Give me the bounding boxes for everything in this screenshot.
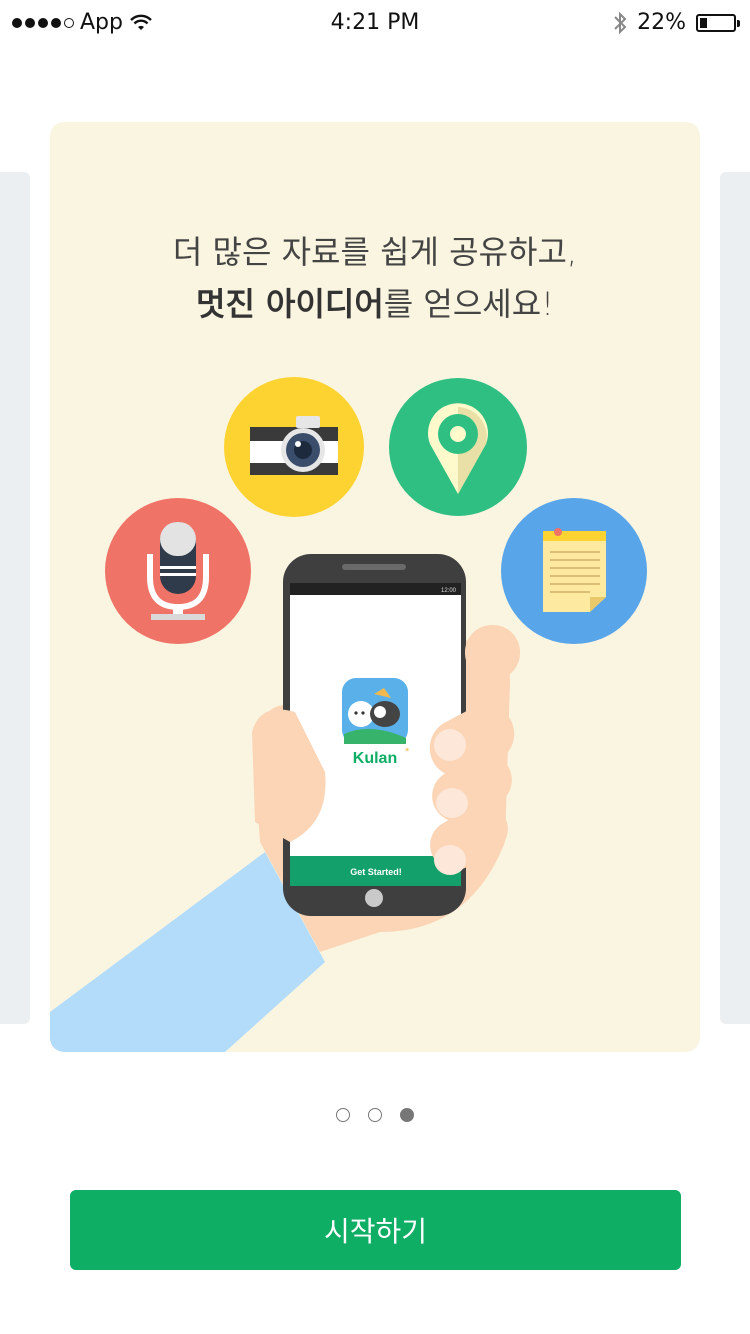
page-dot[interactable]	[336, 1108, 350, 1122]
previous-page-card[interactable]	[0, 172, 30, 1024]
svg-text:*: *	[405, 746, 410, 758]
onboarding-card[interactable]: 12:00 Kulan * Get Started! 더 많은 자료를 쉽게 공…	[50, 122, 700, 1052]
battery-icon	[696, 13, 740, 32]
bluetooth-icon	[614, 11, 627, 34]
phone-status-time: 12:00	[441, 588, 457, 594]
location-pin-icon	[389, 378, 527, 516]
headline-line-2: 멋진 아이디어를 얻으세요!	[50, 278, 700, 330]
phone-app-name: Kulan	[353, 750, 397, 767]
next-page-card[interactable]	[720, 172, 750, 1024]
phone-get-started-label: Get Started!	[350, 867, 402, 877]
headline-bold: 멋진 아이디어	[196, 285, 384, 323]
onboarding-headline: 더 많은 자료를 쉽게 공유하고, 멋진 아이디어를 얻으세요!	[50, 226, 700, 330]
microphone-icon	[105, 498, 251, 644]
battery-percent: 22%	[637, 10, 686, 35]
start-button[interactable]: 시작하기	[70, 1190, 681, 1270]
status-right: 22%	[613, 10, 740, 35]
headline-line-1: 더 많은 자료를 쉽게 공유하고,	[172, 233, 578, 271]
battery-fill	[700, 17, 707, 28]
page-dot[interactable]	[368, 1108, 382, 1122]
status-bar: App 4:21 PM 22%	[0, 0, 750, 48]
memo-icon	[501, 498, 647, 644]
headline-line-2-rest: 를 얻으세요!	[383, 285, 554, 323]
camera-icon	[224, 377, 364, 517]
page-indicator	[0, 1108, 750, 1122]
page-dot[interactable]	[400, 1108, 414, 1122]
